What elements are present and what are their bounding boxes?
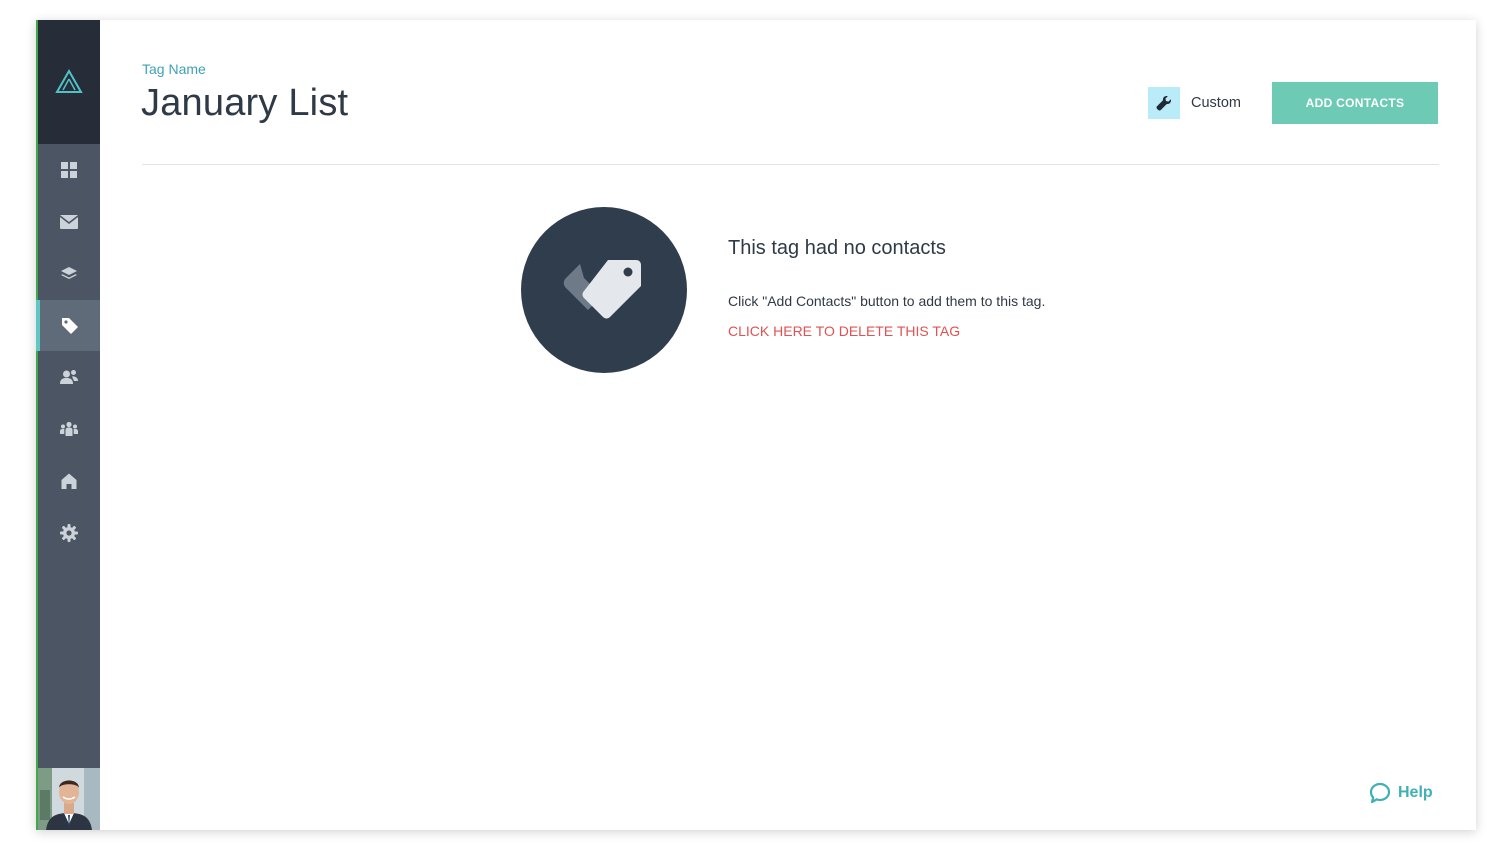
header-divider bbox=[142, 164, 1439, 165]
empty-state-title: This tag had no contacts bbox=[728, 237, 946, 259]
envelope-icon bbox=[60, 214, 78, 229]
group-icon bbox=[60, 421, 78, 436]
wrench-icon bbox=[1156, 96, 1171, 111]
chat-bubble-icon bbox=[1369, 782, 1391, 804]
delete-tag-link[interactable]: CLICK HERE TO DELETE THIS TAG bbox=[728, 323, 960, 339]
avatar-photo bbox=[38, 768, 100, 830]
sidebar-item-groups[interactable] bbox=[38, 403, 100, 454]
sidebar-logo[interactable] bbox=[38, 20, 100, 144]
empty-state-description: Click "Add Contacts" button to add them … bbox=[728, 293, 1046, 309]
users-icon bbox=[60, 369, 78, 384]
grid-icon bbox=[61, 161, 77, 178]
wrench-icon-box bbox=[1148, 87, 1180, 119]
app-window: Tag Name January List Custom ADD CONTACT… bbox=[36, 20, 1476, 830]
gear-icon bbox=[60, 523, 78, 542]
sidebar-item-home[interactable] bbox=[38, 455, 100, 506]
sidebar-item-settings[interactable] bbox=[38, 507, 100, 558]
triangle-logo-icon bbox=[55, 69, 83, 93]
sidebar-item-mail[interactable] bbox=[38, 196, 100, 247]
tag-name-label: Tag Name bbox=[142, 61, 206, 77]
sidebar-item-contacts[interactable] bbox=[38, 351, 100, 402]
page-title: January List bbox=[141, 82, 349, 124]
user-avatar[interactable] bbox=[38, 768, 100, 830]
empty-state-illustration bbox=[521, 207, 687, 373]
main-content: Tag Name January List Custom ADD CONTACT… bbox=[100, 20, 1476, 830]
sidebar-item-layers[interactable] bbox=[38, 248, 100, 299]
help-button[interactable]: Help bbox=[1369, 782, 1433, 804]
sidebar-item-tags[interactable] bbox=[36, 300, 100, 351]
tag-icon bbox=[62, 317, 78, 334]
home-icon bbox=[61, 473, 77, 489]
help-label: Help bbox=[1398, 784, 1433, 801]
sidebar bbox=[36, 20, 100, 830]
sidebar-item-dashboard[interactable] bbox=[38, 144, 100, 195]
layers-icon bbox=[61, 266, 77, 279]
custom-label: Custom bbox=[1191, 95, 1241, 111]
tags-icon bbox=[563, 260, 641, 319]
add-contacts-button[interactable]: ADD CONTACTS bbox=[1272, 82, 1438, 124]
custom-button[interactable]: Custom bbox=[1148, 87, 1241, 119]
